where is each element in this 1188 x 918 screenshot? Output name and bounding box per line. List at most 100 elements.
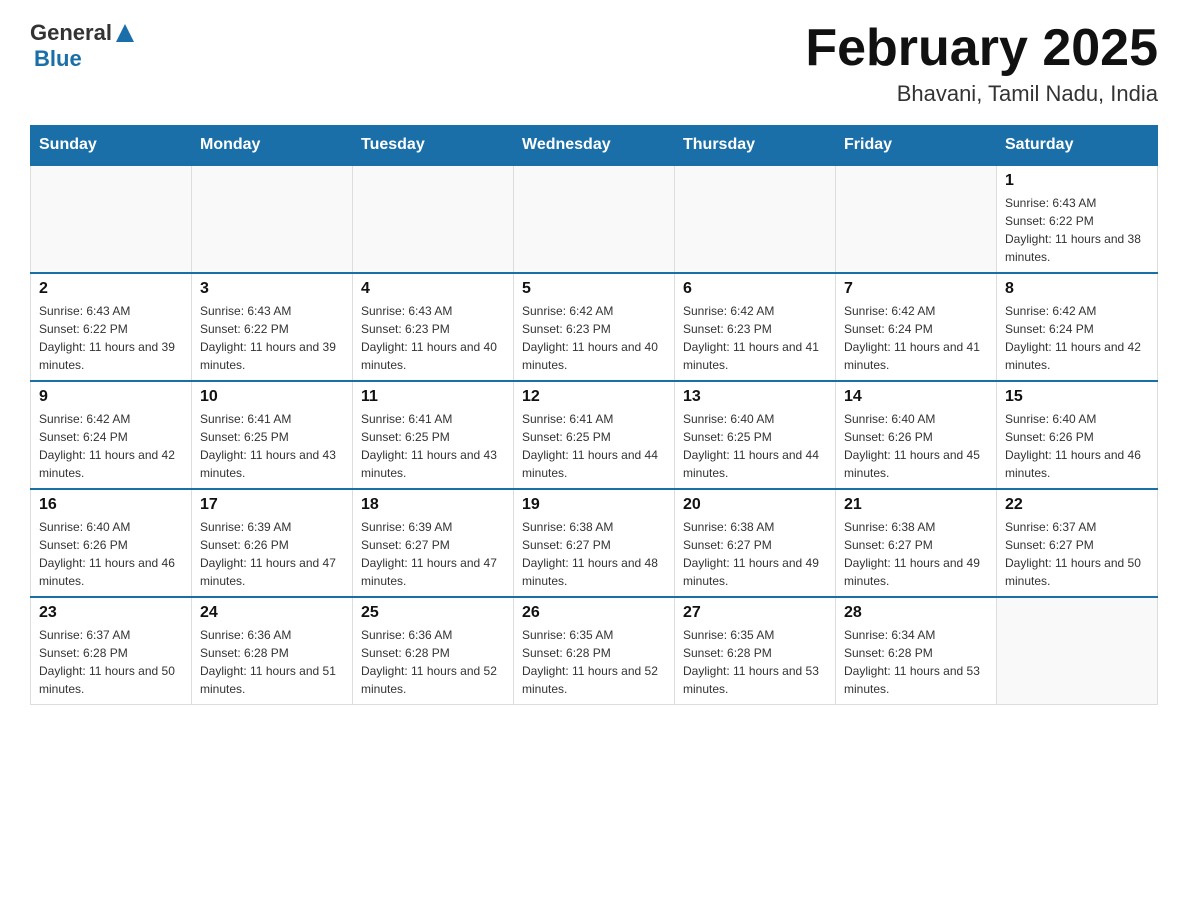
calendar-cell: [836, 165, 997, 273]
calendar-cell: 1 Sunrise: 6:43 AM Sunset: 6:22 PM Daylig…: [997, 165, 1158, 273]
day-header-monday: Monday: [192, 126, 353, 166]
day-number: 14: [844, 388, 988, 406]
calendar-cell: 8 Sunrise: 6:42 AM Sunset: 6:24 PM Daylig…: [997, 273, 1158, 381]
day-info: Sunrise: 6:40 AM Sunset: 6:26 PM Dayligh…: [39, 518, 183, 590]
calendar-cell: 22Sunrise: 6:37 AM Sunset: 6:27 PM Dayli…: [997, 489, 1158, 597]
day-number: 4: [361, 280, 505, 298]
day-number: 21: [844, 496, 988, 514]
calendar-cell: 27 Sunrise: 6:35 AM Sunset: 6:28 PM Dayli…: [675, 597, 836, 705]
day-number: 1: [1005, 172, 1149, 190]
day-info: Sunrise: 6:43 AM Sunset: 6:22 PM Dayligh…: [39, 302, 183, 374]
day-info: Sunrise: 6:41 AM Sunset: 6:25 PM Dayligh…: [522, 410, 666, 482]
calendar-cell: 10 Sunrise: 6:41 AM Sunset: 6:25 PM Dayli…: [192, 381, 353, 489]
day-number: 12: [522, 388, 666, 406]
calendar-cell: [31, 165, 192, 273]
day-number: 28: [844, 604, 988, 622]
day-number: 27: [683, 604, 827, 622]
day-number: 11: [361, 388, 505, 406]
calendar-cell: [675, 165, 836, 273]
title-block: February 2025 Bhavani, Tamil Nadu, India: [805, 20, 1158, 107]
day-info: Sunrise: 6:38 AM Sunset: 6:27 PM Dayligh…: [683, 518, 827, 590]
day-info: Sunrise: 6:41 AM Sunset: 6:25 PM Dayligh…: [361, 410, 505, 482]
day-number: 20: [683, 496, 827, 514]
calendar-cell: [353, 165, 514, 273]
day-header-wednesday: Wednesday: [514, 126, 675, 166]
day-header-tuesday: Tuesday: [353, 126, 514, 166]
day-info: Sunrise: 6:39 AM Sunset: 6:26 PM Dayligh…: [200, 518, 344, 590]
day-info: Sunrise: 6:42 AM Sunset: 6:23 PM Dayligh…: [522, 302, 666, 374]
day-info: Sunrise: 6:41 AM Sunset: 6:25 PM Dayligh…: [200, 410, 344, 482]
day-header-friday: Friday: [836, 126, 997, 166]
calendar-cell: [997, 597, 1158, 705]
day-number: 7: [844, 280, 988, 298]
calendar-week-row: 1 Sunrise: 6:43 AM Sunset: 6:22 PM Daylig…: [31, 165, 1158, 273]
day-info: Sunrise: 6:35 AM Sunset: 6:28 PM Dayligh…: [522, 626, 666, 698]
page-header: General Blue February 2025 Bhavani, Tami…: [30, 20, 1158, 107]
day-header-saturday: Saturday: [997, 126, 1158, 166]
day-number: 26: [522, 604, 666, 622]
day-number: 17: [200, 496, 344, 514]
day-info: Sunrise: 6:37 AM Sunset: 6:27 PM Dayligh…: [1005, 518, 1149, 590]
day-number: 5: [522, 280, 666, 298]
day-number: 23: [39, 604, 183, 622]
logo-blue-text: Blue: [34, 46, 82, 71]
calendar-cell: 16 Sunrise: 6:40 AM Sunset: 6:26 PM Dayli…: [31, 489, 192, 597]
calendar-cell: 2 Sunrise: 6:43 AM Sunset: 6:22 PM Daylig…: [31, 273, 192, 381]
logo-triangle-icon: [114, 22, 136, 44]
day-number: 6: [683, 280, 827, 298]
day-number: 15: [1005, 388, 1149, 406]
day-info: Sunrise: 6:38 AM Sunset: 6:27 PM Dayligh…: [522, 518, 666, 590]
day-info: Sunrise: 6:36 AM Sunset: 6:28 PM Dayligh…: [361, 626, 505, 698]
calendar-cell: 23 Sunrise: 6:37 AM Sunset: 6:28 PM Dayli…: [31, 597, 192, 705]
calendar-cell: 20 Sunrise: 6:38 AM Sunset: 6:27 PM Dayli…: [675, 489, 836, 597]
day-info: Sunrise: 6:38 AM Sunset: 6:27 PM Dayligh…: [844, 518, 988, 590]
day-info: Sunrise: 6:42 AM Sunset: 6:24 PM Dayligh…: [844, 302, 988, 374]
calendar-cell: 28 Sunrise: 6:34 AM Sunset: 6:28 PM Dayli…: [836, 597, 997, 705]
calendar-cell: 21 Sunrise: 6:38 AM Sunset: 6:27 PM Dayli…: [836, 489, 997, 597]
logo-general-text: General: [30, 20, 112, 46]
calendar-body: 1 Sunrise: 6:43 AM Sunset: 6:22 PM Daylig…: [31, 165, 1158, 705]
calendar-cell: 25Sunrise: 6:36 AM Sunset: 6:28 PM Dayli…: [353, 597, 514, 705]
calendar-cell: [514, 165, 675, 273]
day-header-row: SundayMondayTuesdayWednesdayThursdayFrid…: [31, 126, 1158, 166]
day-number: 3: [200, 280, 344, 298]
calendar-cell: 13Sunrise: 6:40 AM Sunset: 6:25 PM Dayli…: [675, 381, 836, 489]
calendar-cell: 7 Sunrise: 6:42 AM Sunset: 6:24 PM Daylig…: [836, 273, 997, 381]
calendar-cell: [192, 165, 353, 273]
calendar-week-row: 2 Sunrise: 6:43 AM Sunset: 6:22 PM Daylig…: [31, 273, 1158, 381]
day-number: 19: [522, 496, 666, 514]
day-info: Sunrise: 6:37 AM Sunset: 6:28 PM Dayligh…: [39, 626, 183, 698]
calendar-cell: 4 Sunrise: 6:43 AM Sunset: 6:23 PM Daylig…: [353, 273, 514, 381]
calendar-cell: 3 Sunrise: 6:43 AM Sunset: 6:22 PM Daylig…: [192, 273, 353, 381]
day-number: 16: [39, 496, 183, 514]
day-info: Sunrise: 6:43 AM Sunset: 6:22 PM Dayligh…: [200, 302, 344, 374]
day-header-sunday: Sunday: [31, 126, 192, 166]
calendar-cell: 9Sunrise: 6:42 AM Sunset: 6:24 PM Daylig…: [31, 381, 192, 489]
calendar-week-row: 23 Sunrise: 6:37 AM Sunset: 6:28 PM Dayli…: [31, 597, 1158, 705]
day-info: Sunrise: 6:40 AM Sunset: 6:26 PM Dayligh…: [1005, 410, 1149, 482]
calendar-cell: 24Sunrise: 6:36 AM Sunset: 6:28 PM Dayli…: [192, 597, 353, 705]
day-number: 2: [39, 280, 183, 298]
day-info: Sunrise: 6:43 AM Sunset: 6:23 PM Dayligh…: [361, 302, 505, 374]
day-info: Sunrise: 6:36 AM Sunset: 6:28 PM Dayligh…: [200, 626, 344, 698]
logo: General Blue: [30, 20, 136, 72]
day-number: 18: [361, 496, 505, 514]
day-info: Sunrise: 6:42 AM Sunset: 6:23 PM Dayligh…: [683, 302, 827, 374]
day-number: 9: [39, 388, 183, 406]
day-info: Sunrise: 6:42 AM Sunset: 6:24 PM Dayligh…: [1005, 302, 1149, 374]
calendar-week-row: 16 Sunrise: 6:40 AM Sunset: 6:26 PM Dayli…: [31, 489, 1158, 597]
day-info: Sunrise: 6:43 AM Sunset: 6:22 PM Dayligh…: [1005, 194, 1149, 266]
day-number: 8: [1005, 280, 1149, 298]
day-number: 10: [200, 388, 344, 406]
day-header-thursday: Thursday: [675, 126, 836, 166]
calendar-subtitle: Bhavani, Tamil Nadu, India: [805, 81, 1158, 107]
calendar-cell: 14 Sunrise: 6:40 AM Sunset: 6:26 PM Dayli…: [836, 381, 997, 489]
day-info: Sunrise: 6:35 AM Sunset: 6:28 PM Dayligh…: [683, 626, 827, 698]
day-info: Sunrise: 6:40 AM Sunset: 6:26 PM Dayligh…: [844, 410, 988, 482]
calendar-cell: 11 Sunrise: 6:41 AM Sunset: 6:25 PM Dayli…: [353, 381, 514, 489]
calendar-cell: 15 Sunrise: 6:40 AM Sunset: 6:26 PM Dayli…: [997, 381, 1158, 489]
day-info: Sunrise: 6:34 AM Sunset: 6:28 PM Dayligh…: [844, 626, 988, 698]
calendar-cell: 17 Sunrise: 6:39 AM Sunset: 6:26 PM Dayli…: [192, 489, 353, 597]
calendar-week-row: 9Sunrise: 6:42 AM Sunset: 6:24 PM Daylig…: [31, 381, 1158, 489]
day-number: 13: [683, 388, 827, 406]
